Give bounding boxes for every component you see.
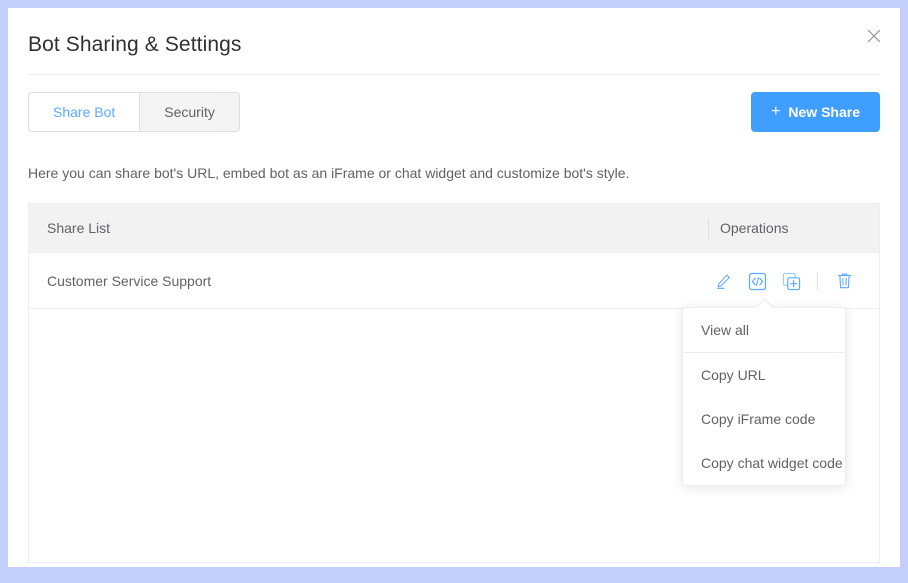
page-title: Bot Sharing & Settings [28, 33, 242, 57]
delete-trash-icon[interactable] [827, 266, 861, 296]
operations-cell [706, 253, 861, 309]
share-actions-dropdown: View all Copy URL Copy iFrame code Copy … [682, 307, 846, 486]
edit-pencil-icon[interactable] [706, 266, 740, 296]
header-divider [28, 74, 880, 75]
table-row: Customer Service Support [29, 253, 879, 309]
copy-add-icon[interactable] [774, 266, 808, 296]
embed-code-icon[interactable] [740, 266, 774, 296]
column-header-share-list: Share List [47, 220, 110, 236]
tab-group: Share Bot Security [28, 92, 240, 132]
tab-share-bot[interactable]: Share Bot [29, 93, 139, 131]
column-header-operations: Operations [720, 220, 788, 236]
dialog-window: Bot Sharing & Settings Share Bot Securit… [8, 8, 900, 567]
dropdown-item-copy-iframe-code[interactable]: Copy iFrame code [683, 397, 845, 441]
dialog-header: Bot Sharing & Settings [8, 8, 900, 74]
tab-security[interactable]: Security [139, 93, 239, 131]
close-icon[interactable] [863, 25, 885, 47]
plus-icon: + [771, 104, 780, 120]
new-share-label: New Share [788, 104, 860, 120]
dropdown-item-copy-url[interactable]: Copy URL [683, 353, 845, 397]
column-header-separator [708, 218, 709, 240]
description-text: Here you can share bot's URL, embed bot … [28, 165, 629, 181]
dropdown-item-copy-chat-widget-code[interactable]: Copy chat widget code [683, 441, 845, 485]
table-header: Share List Operations [29, 203, 879, 253]
operations-divider [817, 272, 818, 290]
dropdown-item-view-all[interactable]: View all [683, 308, 845, 352]
toolbar: Share Bot Security + New Share [8, 92, 900, 132]
share-name-cell: Customer Service Support [47, 273, 211, 289]
new-share-button[interactable]: + New Share [751, 92, 880, 132]
